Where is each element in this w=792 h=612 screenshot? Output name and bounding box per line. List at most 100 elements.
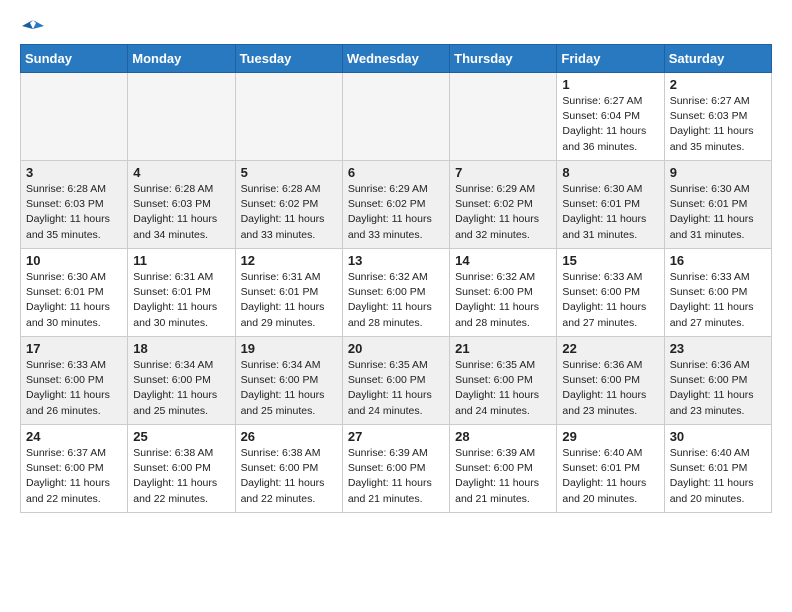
- calendar-cell: 26Sunrise: 6:38 AMSunset: 6:00 PMDayligh…: [235, 425, 342, 513]
- weekday-tuesday: Tuesday: [235, 45, 342, 73]
- calendar-cell: [21, 73, 128, 161]
- calendar-table: SundayMondayTuesdayWednesdayThursdayFrid…: [20, 44, 772, 513]
- calendar-cell: [235, 73, 342, 161]
- calendar-cell: 22 Sunrise: 6:36 AMSunset: 6:00 PMDayligh…: [557, 337, 664, 425]
- day-number: 2: [670, 77, 766, 92]
- day-info: Sunrise: 6:39 AMSunset: 6:00 PMDaylight:…: [348, 446, 444, 507]
- day-number: 23: [670, 341, 766, 356]
- day-number: 18: [133, 341, 229, 356]
- day-info: Sunrise: 6:33 AMSunset: 6:00 PMDaylight:…: [562, 270, 658, 331]
- day-info: Sunrise: 6:30 AMSunset: 6:01 PMDaylight:…: [26, 270, 122, 331]
- day-info: Sunrise: 6:33 AMSunset: 6:00 PMDaylight:…: [670, 270, 766, 331]
- day-number: 8: [562, 165, 658, 180]
- calendar-cell: 19 Sunrise: 6:34 AMSunset: 6:00 PMDayligh…: [235, 337, 342, 425]
- day-info: Sunrise: 6:31 AMSunset: 6:01 PMDaylight:…: [133, 270, 229, 331]
- day-info: Sunrise: 6:27 AMSunset: 6:03 PMDaylight:…: [670, 94, 766, 155]
- calendar-cell: 9 Sunrise: 6:30 AMSunset: 6:01 PMDaylight…: [664, 161, 771, 249]
- calendar-cell: 30 Sunrise: 6:40 AMSunset: 6:01 PMDayligh…: [664, 425, 771, 513]
- day-number: 28: [455, 429, 551, 444]
- day-info: Sunrise: 6:30 AMSunset: 6:01 PMDaylight:…: [562, 182, 658, 243]
- day-number: 21: [455, 341, 551, 356]
- day-number: 14: [455, 253, 551, 268]
- calendar-cell: [342, 73, 449, 161]
- day-number: 27: [348, 429, 444, 444]
- day-info: Sunrise: 6:38 AMSunset: 6:00 PMDaylight:…: [241, 446, 337, 507]
- weekday-monday: Monday: [128, 45, 235, 73]
- day-number: 22: [562, 341, 658, 356]
- day-info: Sunrise: 6:40 AMSunset: 6:01 PMDaylight:…: [562, 446, 658, 507]
- day-info: Sunrise: 6:28 AMSunset: 6:02 PMDaylight:…: [241, 182, 337, 243]
- day-number: 19: [241, 341, 337, 356]
- day-number: 24: [26, 429, 122, 444]
- day-number: 11: [133, 253, 229, 268]
- calendar-cell: 21Sunrise: 6:35 AMSunset: 6:00 PMDayligh…: [450, 337, 557, 425]
- calendar-cell: 24 Sunrise: 6:37 AMSunset: 6:00 PMDayligh…: [21, 425, 128, 513]
- calendar-cell: 28 Sunrise: 6:39 AMSunset: 6:00 PMDayligh…: [450, 425, 557, 513]
- day-info: Sunrise: 6:39 AMSunset: 6:00 PMDaylight:…: [455, 446, 551, 507]
- day-number: 4: [133, 165, 229, 180]
- calendar-cell: [450, 73, 557, 161]
- weekday-thursday: Thursday: [450, 45, 557, 73]
- logo-bird-icon: [22, 16, 44, 38]
- day-info: Sunrise: 6:31 AMSunset: 6:01 PMDaylight:…: [241, 270, 337, 331]
- week-row-5: 24 Sunrise: 6:37 AMSunset: 6:00 PMDayligh…: [21, 425, 772, 513]
- day-info: Sunrise: 6:30 AMSunset: 6:01 PMDaylight:…: [670, 182, 766, 243]
- calendar-cell: 12 Sunrise: 6:31 AMSunset: 6:01 PMDayligh…: [235, 249, 342, 337]
- day-number: 3: [26, 165, 122, 180]
- calendar-cell: 29 Sunrise: 6:40 AMSunset: 6:01 PMDayligh…: [557, 425, 664, 513]
- calendar-cell: 23 Sunrise: 6:36 AMSunset: 6:00 PMDayligh…: [664, 337, 771, 425]
- day-info: Sunrise: 6:34 AMSunset: 6:00 PMDaylight:…: [241, 358, 337, 419]
- calendar-cell: 2 Sunrise: 6:27 AMSunset: 6:03 PMDaylight…: [664, 73, 771, 161]
- calendar-cell: 20 Sunrise: 6:35 AMSunset: 6:00 PMDayligh…: [342, 337, 449, 425]
- header: [20, 16, 772, 34]
- logo: [20, 16, 44, 34]
- day-number: 17: [26, 341, 122, 356]
- day-number: 5: [241, 165, 337, 180]
- day-number: 1: [562, 77, 658, 92]
- day-info: Sunrise: 6:38 AMSunset: 6:00 PMDaylight:…: [133, 446, 229, 507]
- calendar-cell: 18Sunrise: 6:34 AMSunset: 6:00 PMDayligh…: [128, 337, 235, 425]
- calendar-cell: [128, 73, 235, 161]
- weekday-saturday: Saturday: [664, 45, 771, 73]
- day-number: 15: [562, 253, 658, 268]
- day-info: Sunrise: 6:36 AMSunset: 6:00 PMDaylight:…: [562, 358, 658, 419]
- calendar-cell: 5 Sunrise: 6:28 AMSunset: 6:02 PMDaylight…: [235, 161, 342, 249]
- day-number: 7: [455, 165, 551, 180]
- weekday-friday: Friday: [557, 45, 664, 73]
- calendar-cell: 7Sunrise: 6:29 AMSunset: 6:02 PMDaylight…: [450, 161, 557, 249]
- day-number: 20: [348, 341, 444, 356]
- page: SundayMondayTuesdayWednesdayThursdayFrid…: [0, 0, 792, 529]
- calendar-cell: 11 Sunrise: 6:31 AMSunset: 6:01 PMDayligh…: [128, 249, 235, 337]
- week-row-4: 17 Sunrise: 6:33 AMSunset: 6:00 PMDayligh…: [21, 337, 772, 425]
- calendar-cell: 4 Sunrise: 6:28 AMSunset: 6:03 PMDaylight…: [128, 161, 235, 249]
- day-info: Sunrise: 6:33 AMSunset: 6:00 PMDaylight:…: [26, 358, 122, 419]
- day-info: Sunrise: 6:29 AMSunset: 6:02 PMDaylight:…: [348, 182, 444, 243]
- calendar-cell: 3Sunrise: 6:28 AMSunset: 6:03 PMDaylight…: [21, 161, 128, 249]
- calendar-cell: 6 Sunrise: 6:29 AMSunset: 6:02 PMDaylight…: [342, 161, 449, 249]
- day-number: 25: [133, 429, 229, 444]
- week-row-2: 3 Sunrise: 6:28 AMSunset: 6:03 PMDaylight…: [21, 161, 772, 249]
- day-number: 30: [670, 429, 766, 444]
- weekday-sunday: Sunday: [21, 45, 128, 73]
- calendar-cell: 25 Sunrise: 6:38 AMSunset: 6:00 PMDayligh…: [128, 425, 235, 513]
- calendar-cell: 8 Sunrise: 6:30 AMSunset: 6:01 PMDaylight…: [557, 161, 664, 249]
- day-number: 12: [241, 253, 337, 268]
- calendar-cell: 17 Sunrise: 6:33 AMSunset: 6:00 PMDayligh…: [21, 337, 128, 425]
- calendar-cell: 10Sunrise: 6:30 AMSunset: 6:01 PMDayligh…: [21, 249, 128, 337]
- day-number: 13: [348, 253, 444, 268]
- day-info: Sunrise: 6:32 AMSunset: 6:00 PMDaylight:…: [455, 270, 551, 331]
- calendar-cell: 27 Sunrise: 6:39 AMSunset: 6:00 PMDayligh…: [342, 425, 449, 513]
- day-info: Sunrise: 6:28 AMSunset: 6:03 PMDaylight:…: [133, 182, 229, 243]
- day-info: Sunrise: 6:37 AMSunset: 6:00 PMDaylight:…: [26, 446, 122, 507]
- calendar-cell: 1Sunrise: 6:27 AMSunset: 6:04 PMDaylight…: [557, 73, 664, 161]
- calendar-cell: 14 Sunrise: 6:32 AMSunset: 6:00 PMDayligh…: [450, 249, 557, 337]
- day-info: Sunrise: 6:40 AMSunset: 6:01 PMDaylight:…: [670, 446, 766, 507]
- calendar-cell: 16Sunrise: 6:33 AMSunset: 6:00 PMDayligh…: [664, 249, 771, 337]
- day-info: Sunrise: 6:36 AMSunset: 6:00 PMDaylight:…: [670, 358, 766, 419]
- day-info: Sunrise: 6:32 AMSunset: 6:00 PMDaylight:…: [348, 270, 444, 331]
- day-number: 9: [670, 165, 766, 180]
- weekday-header-row: SundayMondayTuesdayWednesdayThursdayFrid…: [21, 45, 772, 73]
- day-number: 6: [348, 165, 444, 180]
- day-number: 29: [562, 429, 658, 444]
- day-info: Sunrise: 6:35 AMSunset: 6:00 PMDaylight:…: [348, 358, 444, 419]
